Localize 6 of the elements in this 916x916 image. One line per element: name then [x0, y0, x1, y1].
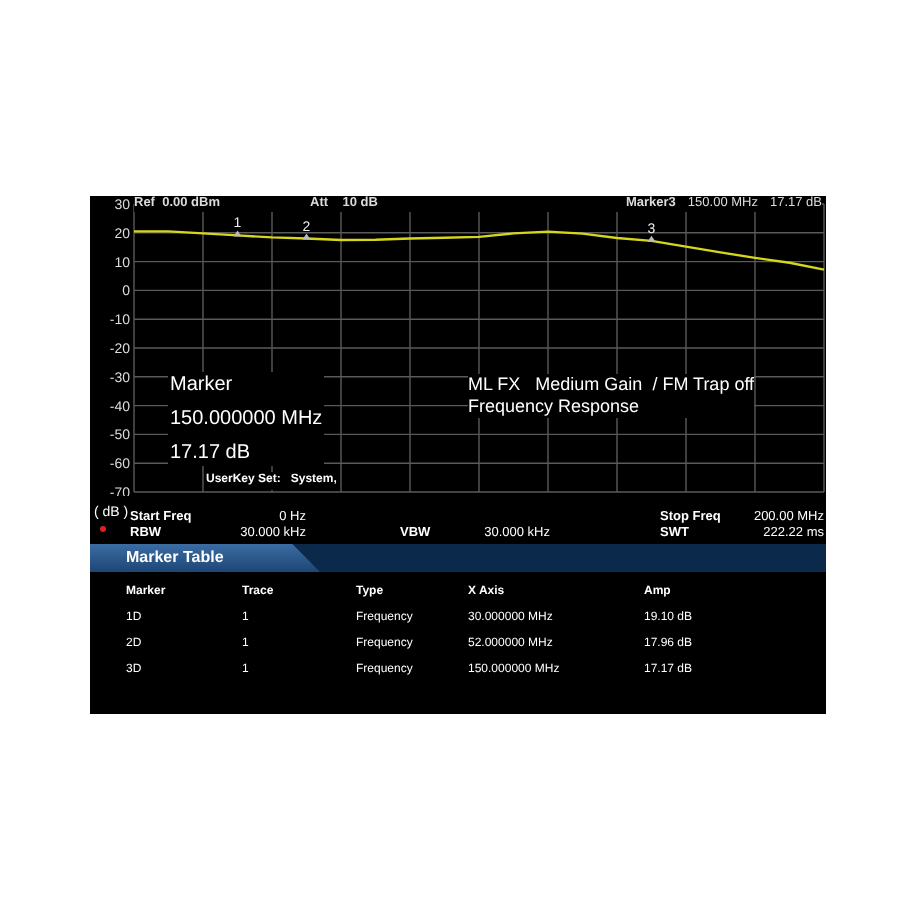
marker-readout: 17.17 dB [170, 440, 253, 466]
info-text: ML FX Medium Gain / FM Trap off [468, 374, 755, 396]
info-text: Frequency Response [468, 396, 642, 418]
table-title: Marker Table [126, 546, 224, 570]
marker-readout: 150.000000 MHz [170, 406, 323, 432]
marker-readout: Marker [170, 372, 235, 398]
